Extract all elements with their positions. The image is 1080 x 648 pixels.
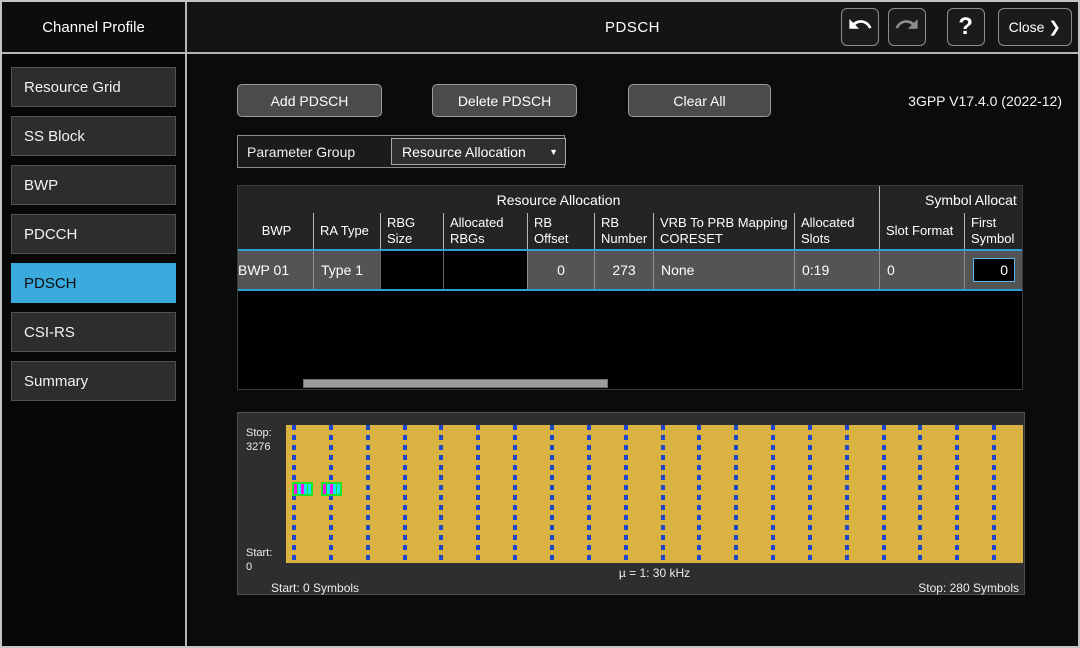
cell-rb-offset[interactable]: 0	[527, 251, 594, 289]
allocation-chart: Stop:3276 Start:0 µ = 1: 30 kHz Start: 0…	[237, 412, 1025, 595]
slot-gridline	[734, 425, 738, 563]
table-empty-area	[238, 291, 1022, 390]
cell-rb-offset-value: 0	[557, 262, 565, 278]
sidebar-header: Channel Profile	[2, 2, 185, 54]
sidebar-item-ss-block[interactable]: SS Block	[11, 116, 176, 156]
sidebar-item-pdsch[interactable]: PDSCH	[11, 263, 176, 303]
cell-ra-type-value: Type 1	[321, 262, 363, 278]
slot-gridline	[439, 425, 443, 563]
column-header-bwp: BWP	[238, 213, 313, 249]
cell-allocated-rbgs[interactable]	[443, 251, 527, 289]
parameter-group-box: Parameter Group Resource Allocation ▼	[237, 135, 565, 168]
x-axis-stop-label: Stop: 280 Symbols	[918, 581, 1019, 595]
sidebar-item-pdcch[interactable]: PDCCH	[11, 214, 176, 254]
parameter-group-dropdown[interactable]: Resource Allocation ▼	[391, 138, 566, 165]
cell-first-symbol[interactable]: 0	[964, 251, 1022, 289]
slot-gridline	[624, 425, 628, 563]
y-axis-start-label: Start:0	[246, 547, 272, 575]
cell-bwp[interactable]: BWP 01	[238, 251, 313, 289]
undo-button[interactable]	[841, 8, 879, 46]
cell-slot-format-value: 0	[887, 262, 895, 278]
cell-vrb-to-prb-mapping-value: None	[661, 262, 694, 278]
cell-bwp-value: BWP 01	[238, 262, 289, 278]
cell-rb-number-value: 273	[612, 262, 635, 278]
undo-icon	[847, 12, 873, 43]
parameter-group-value: Resource Allocation	[402, 144, 526, 160]
horizontal-scrollbar-thumb[interactable]	[303, 379, 608, 388]
chart-plot-area	[286, 425, 1023, 563]
slot-gridline	[882, 425, 886, 563]
help-button[interactable]: ?	[947, 8, 985, 46]
pdsch-allocation-marker	[292, 482, 313, 496]
first-symbol-input[interactable]: 0	[973, 258, 1015, 282]
app-window: Channel Profile PDSCH ? Close ❯	[0, 0, 1080, 648]
main-panel: Add PDSCH Delete PDSCH Clear All 3GPP V1…	[187, 54, 1078, 646]
slot-gridline	[955, 425, 959, 563]
slot-gridline	[992, 425, 996, 563]
cell-allocated-slots[interactable]: 0:19	[794, 251, 879, 289]
delete-pdsch-button[interactable]: Delete PDSCH	[432, 84, 577, 117]
clear-all-button[interactable]: Clear All	[628, 84, 771, 117]
chevron-right-icon: ❯	[1048, 18, 1061, 36]
cell-rbg-size[interactable]	[380, 251, 443, 289]
help-icon: ?	[958, 13, 973, 41]
table-row[interactable]: BWP 01 Type 1 0 273 None 0:19 0 0	[238, 251, 1022, 289]
column-header-ra-type: RA Type	[313, 213, 380, 249]
parameter-group-label: Parameter Group	[238, 144, 355, 160]
column-header-rbg-size: RBG Size	[380, 213, 443, 249]
cell-ra-type[interactable]: Type 1	[313, 251, 380, 289]
add-pdsch-button[interactable]: Add PDSCH	[237, 84, 382, 117]
close-button[interactable]: Close ❯	[998, 8, 1072, 46]
cell-vrb-to-prb-mapping[interactable]: None	[653, 251, 794, 289]
numerology-label: µ = 1: 30 kHz	[286, 566, 1023, 580]
redo-icon	[894, 12, 920, 43]
column-header-vrb-to-prb-mapping-coreset: VRB To PRB Mapping CORESET	[653, 213, 794, 249]
column-header-allocated-rbgs: Allocated RBGs	[443, 213, 527, 249]
cell-allocated-slots-value: 0:19	[802, 262, 829, 278]
titlebar-buttons: ? Close ❯	[841, 8, 1072, 46]
slot-gridline	[845, 425, 849, 563]
pdsch-table: Resource AllocationSymbol Allocat BWPRA …	[237, 185, 1023, 390]
slot-gridline	[550, 425, 554, 563]
column-header-first-symbol: First Symbol	[964, 213, 1022, 249]
dropdown-arrow-icon: ▼	[549, 147, 558, 157]
slot-gridline	[661, 425, 665, 563]
cell-rb-number[interactable]: 273	[594, 251, 653, 289]
sidebar-header-label: Channel Profile	[42, 19, 145, 36]
slot-gridline	[476, 425, 480, 563]
redo-button[interactable]	[888, 8, 926, 46]
standard-version-label: 3GPP V17.4.0 (2022-12)	[908, 93, 1062, 109]
column-header-rb-offset: RB Offset	[527, 213, 594, 249]
slot-gridline	[513, 425, 517, 563]
x-axis-start-label: Start: 0 Symbols	[271, 581, 359, 595]
slot-gridline	[771, 425, 775, 563]
close-button-label: Close	[1009, 19, 1045, 35]
slot-gridline	[366, 425, 370, 563]
cell-slot-format[interactable]: 0	[879, 251, 964, 289]
group-header-symbol-allocat: Symbol Allocat	[879, 186, 1022, 213]
slot-gridline	[697, 425, 701, 563]
column-header-allocated-slots: Allocated Slots	[794, 213, 879, 249]
column-header-slot-format: Slot Format	[879, 213, 964, 249]
group-header-resource-allocation: Resource Allocation	[238, 186, 879, 213]
pdsch-allocation-marker	[321, 482, 342, 496]
sidebar-item-summary[interactable]: Summary	[11, 361, 176, 401]
column-header-rb-number: RB Number	[594, 213, 653, 249]
table-column-header-row: BWPRA TypeRBG SizeAllocated RBGsRB Offse…	[238, 213, 1022, 249]
y-axis-stop-label: Stop:3276	[246, 427, 272, 455]
slot-gridline	[918, 425, 922, 563]
slot-gridline	[587, 425, 591, 563]
sidebar-item-bwp[interactable]: BWP	[11, 165, 176, 205]
sidebar-item-csi-rs[interactable]: CSI-RS	[11, 312, 176, 352]
titlebar: PDSCH ? Close ❯	[187, 2, 1078, 54]
sidebar-item-resource-grid[interactable]: Resource Grid	[11, 67, 176, 107]
slot-gridline	[403, 425, 407, 563]
sidebar-nav: Resource Grid SS Block BWP PDCCH PDSCH CSI-RS…	[2, 54, 185, 646]
table-group-header-row: Resource AllocationSymbol Allocat	[238, 186, 1022, 213]
slot-gridline	[808, 425, 812, 563]
